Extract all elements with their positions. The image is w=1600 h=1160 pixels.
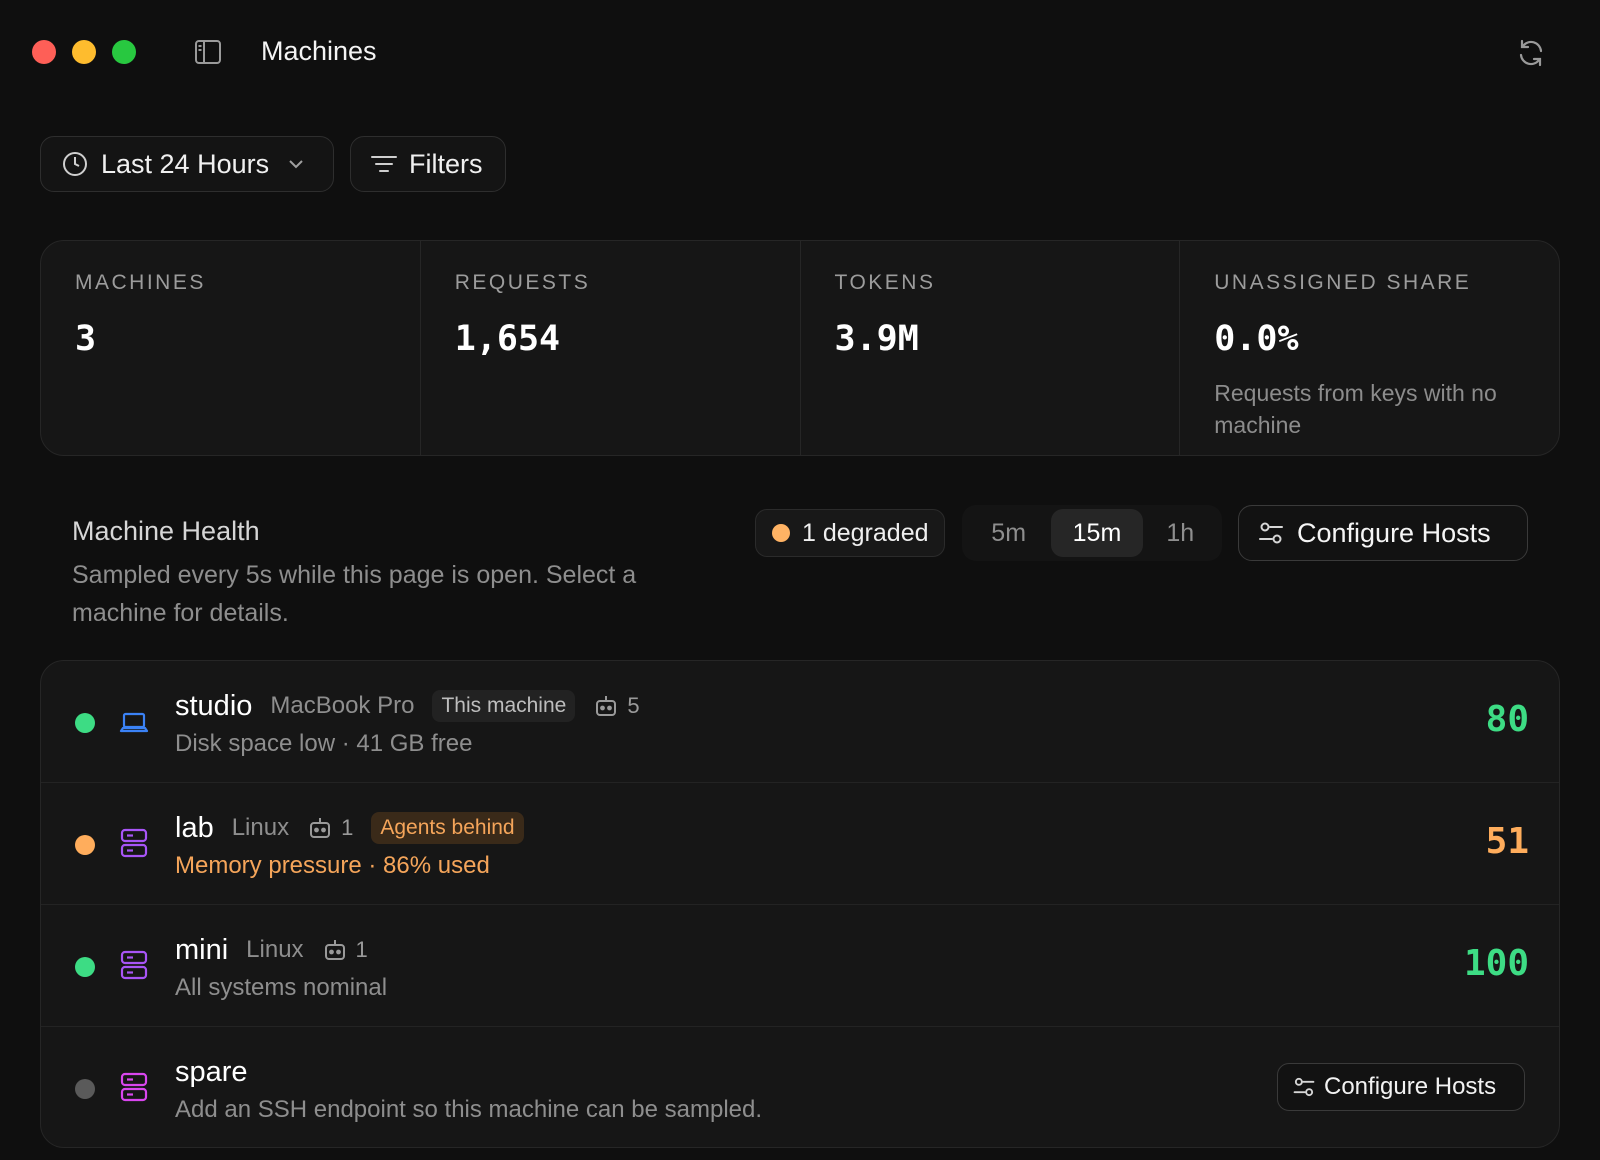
warning-dot-icon bbox=[772, 524, 790, 542]
machine-name: lab bbox=[175, 811, 214, 844]
stat-value: 0.0% bbox=[1214, 319, 1299, 359]
agents-behind-badge: Agents behind bbox=[371, 812, 524, 844]
agent-count: 1 bbox=[322, 937, 368, 963]
configure-hosts-button[interactable]: Configure Hosts bbox=[1238, 505, 1528, 561]
filters-label: Filters bbox=[409, 148, 483, 179]
machine-status-line: Memory pressure · 86% used bbox=[175, 852, 490, 879]
status-dot-icon bbox=[75, 957, 95, 977]
row-configure-hosts-button[interactable]: Configure Hosts bbox=[1277, 1063, 1525, 1111]
interval-option-1h[interactable]: 1h bbox=[1143, 509, 1218, 557]
stat-description: Requests from keys with no machine bbox=[1214, 380, 1497, 438]
machine-row-spare[interactable]: spare Add an SSH endpoint so this machin… bbox=[41, 1027, 1559, 1147]
refresh-icon[interactable] bbox=[1516, 38, 1546, 68]
stat-machines: MACHINES 3 bbox=[41, 241, 421, 455]
machine-model: Linux bbox=[246, 936, 304, 963]
stat-requests: REQUESTS 1,654 bbox=[421, 241, 801, 455]
robot-icon bbox=[310, 818, 331, 838]
machine-row-lab[interactable]: lab Linux 1 Agents behind Memory pressur… bbox=[41, 783, 1559, 905]
stat-label: MACHINES bbox=[75, 271, 206, 294]
stats-card: MACHINES 3 REQUESTS 1,654 TOKENS 3.9M UN… bbox=[40, 240, 1560, 456]
machine-list: studio MacBook Pro This machine 5 Disk s… bbox=[40, 660, 1560, 1148]
agent-count: 1 bbox=[307, 815, 353, 841]
degraded-count-badge[interactable]: 1 degraded bbox=[755, 509, 945, 557]
server-icon bbox=[119, 949, 149, 981]
section-description: Sampled every 5s while this page is open… bbox=[72, 561, 637, 627]
machine-name: mini bbox=[175, 933, 229, 966]
machine-row-mini[interactable]: mini Linux 1 All systems nominal 100 bbox=[41, 905, 1559, 1027]
this-machine-badge: This machine bbox=[432, 690, 576, 722]
stat-unassigned-share: UNASSIGNED SHARE 0.0% Requests from keys… bbox=[1180, 241, 1559, 455]
machine-status-line: Add an SSH endpoint so this machine can … bbox=[175, 1096, 763, 1123]
interval-option-5m[interactable]: 5m bbox=[966, 509, 1051, 557]
sliders-icon bbox=[1259, 522, 1283, 544]
minimize-window-button[interactable] bbox=[72, 40, 96, 64]
machine-name: studio bbox=[175, 689, 253, 722]
server-icon bbox=[119, 827, 149, 859]
health-score: 100 bbox=[1463, 943, 1529, 984]
sliders-icon bbox=[1293, 1077, 1315, 1097]
interval-option-15m[interactable]: 15m bbox=[1051, 509, 1143, 557]
robot-icon bbox=[324, 940, 345, 960]
interval-segmented-control: 5m 15m 1h bbox=[962, 505, 1222, 561]
degraded-label: 1 degraded bbox=[802, 518, 929, 547]
title-bar: Machines bbox=[0, 0, 1600, 104]
server-icon bbox=[119, 1071, 149, 1103]
agent-count-value: 5 bbox=[627, 693, 640, 718]
machine-model: MacBook Pro bbox=[270, 692, 415, 719]
close-window-button[interactable] bbox=[32, 40, 56, 64]
agent-count-value: 1 bbox=[341, 815, 354, 840]
configure-hosts-label: Configure Hosts bbox=[1297, 517, 1491, 548]
stat-value: 1,654 bbox=[454, 319, 561, 359]
machine-status-line: Disk space low · 41 GB free bbox=[175, 730, 473, 757]
status-dot-icon bbox=[75, 713, 95, 733]
sidebar-toggle-icon[interactable] bbox=[194, 38, 222, 66]
time-range-label: Last 24 Hours bbox=[101, 148, 270, 179]
clock-icon bbox=[63, 152, 87, 176]
time-range-dropdown[interactable]: Last 24 Hours bbox=[40, 136, 334, 192]
configure-hosts-label: Configure Hosts bbox=[1324, 1073, 1497, 1100]
agent-count-value: 1 bbox=[355, 937, 368, 962]
stat-label: REQUESTS bbox=[454, 271, 591, 294]
window-title: Machines bbox=[261, 36, 377, 66]
stat-value: 3 bbox=[75, 319, 97, 359]
robot-icon bbox=[596, 696, 617, 716]
machine-name: spare bbox=[175, 1055, 248, 1088]
machine-status-line: All systems nominal bbox=[175, 974, 388, 1001]
agent-count: 5 bbox=[593, 693, 640, 719]
health-score: 80 bbox=[1485, 699, 1529, 740]
zoom-window-button[interactable] bbox=[112, 40, 136, 64]
section-title: Machine Health bbox=[72, 516, 260, 546]
filters-button[interactable]: Filters bbox=[350, 136, 506, 192]
stat-label: UNASSIGNED SHARE bbox=[1214, 271, 1472, 294]
chevron-down-icon bbox=[289, 160, 303, 169]
laptop-icon bbox=[119, 705, 149, 737]
health-score: 51 bbox=[1485, 821, 1529, 862]
stat-label: TOKENS bbox=[834, 271, 936, 294]
stat-tokens: TOKENS 3.9M bbox=[801, 241, 1181, 455]
stat-value: 3.9M bbox=[834, 319, 919, 359]
status-dot-icon bbox=[75, 835, 95, 855]
filter-icon bbox=[371, 156, 397, 172]
machine-row-studio[interactable]: studio MacBook Pro This machine 5 Disk s… bbox=[41, 661, 1559, 783]
status-dot-icon bbox=[75, 1079, 95, 1099]
machine-model: Linux bbox=[231, 814, 290, 841]
